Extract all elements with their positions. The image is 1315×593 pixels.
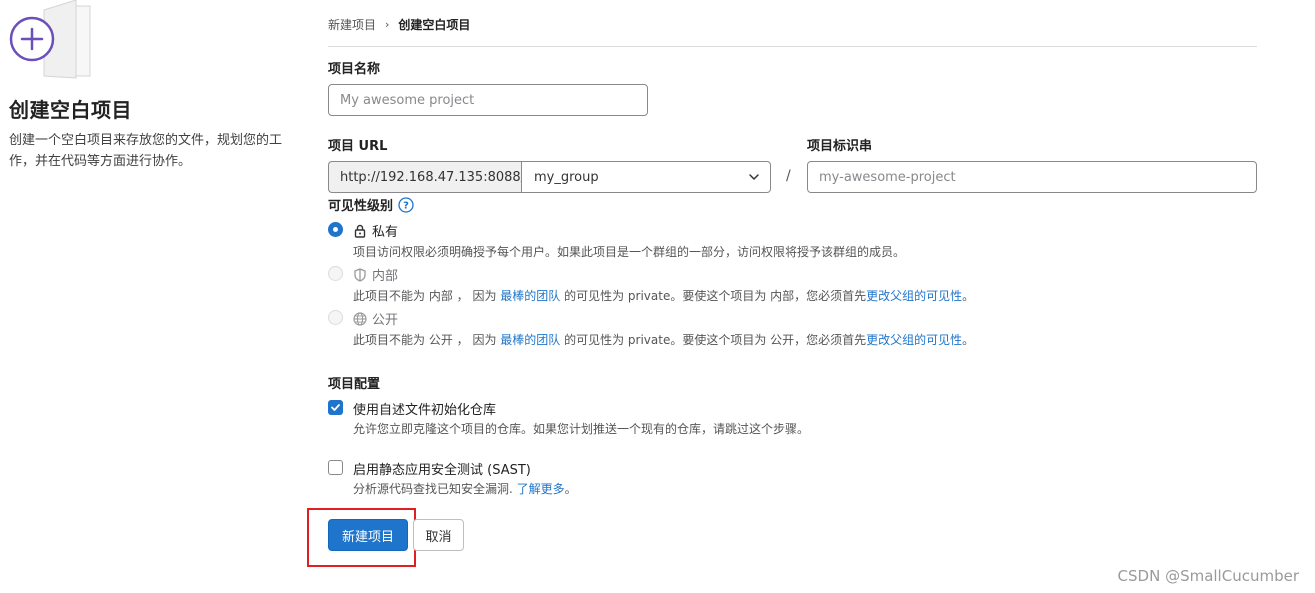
plus-circle-icon xyxy=(9,0,91,79)
visibility-label: 可见性级别 xyxy=(328,199,394,214)
parent-group-link[interactable]: 最棒的团队 xyxy=(500,289,560,303)
learn-more-link[interactable]: 了解更多 xyxy=(517,482,565,496)
visibility-private-help: 项目访问权限必须明确授予每个用户。如果此项目是一个群组的一部分，访问权限将授予该… xyxy=(353,245,906,259)
globe-icon xyxy=(353,311,367,326)
project-config-label: 项目配置 xyxy=(328,377,381,392)
visibility-public-help-text-a: 此项目不能为 公开 ， 因为 xyxy=(353,333,501,347)
left-panel: 创建空白项目 创建一个空白项目来存放您的文件，规划您的工作，并在代码等方面进行协… xyxy=(0,0,300,593)
sast-help-text: 分析源代码查找已知安全漏洞. xyxy=(353,482,517,496)
visibility-public-option[interactable]: 公开 xyxy=(353,309,398,328)
visibility-private-radio[interactable] xyxy=(328,222,343,237)
visibility-private-label: 私有 xyxy=(372,225,399,240)
change-parent-visibility-link[interactable]: 更改父组的可见性 xyxy=(866,333,962,347)
project-slug-label: 项目标识串 xyxy=(807,139,873,154)
sast-checkbox[interactable] xyxy=(328,460,343,475)
sast-help-end: 。 xyxy=(564,482,577,496)
create-project-button[interactable]: 新建项目 xyxy=(328,519,408,551)
sast-label[interactable]: 启用静态应用安全测试 (SAST) xyxy=(353,459,531,478)
visibility-internal-radio[interactable] xyxy=(328,266,343,281)
sast-help: 分析源代码查找已知安全漏洞. 了解更多。 xyxy=(353,480,577,497)
visibility-internal-help-text-a: 此项目不能为 内部 ， 因为 xyxy=(353,289,501,303)
breadcrumb: 新建项目 › 创建空白项目 xyxy=(328,14,470,34)
breadcrumb-separator: › xyxy=(385,17,390,31)
visibility-label-row: 可见性级别 ? xyxy=(328,195,414,214)
change-parent-visibility-link[interactable]: 更改父组的可见性 xyxy=(866,289,962,303)
lock-icon xyxy=(354,224,366,238)
visibility-internal-option[interactable]: 内部 xyxy=(353,265,398,284)
visibility-public-help-text-c: 。 xyxy=(962,333,975,347)
visibility-public-help-text-b: 的可见性为 private。要使这个项目为 公开，您必须首先 xyxy=(560,333,867,347)
visibility-public-help: 此项目不能为 公开 ， 因为 最棒的团队 的可见性为 private。要使这个项… xyxy=(353,331,974,348)
visibility-internal-help-text-c: 。 xyxy=(962,289,975,303)
namespace-select[interactable]: my_group xyxy=(521,161,771,193)
project-slug-input[interactable] xyxy=(807,161,1257,193)
question-circle-icon[interactable]: ? xyxy=(398,196,414,213)
header-divider xyxy=(328,46,1257,47)
shield-icon xyxy=(354,267,366,282)
watermark: CSDN @SmallCucumber xyxy=(1117,567,1299,585)
check-icon xyxy=(331,404,340,411)
svg-text:?: ? xyxy=(403,200,409,211)
project-name-label: 项目名称 xyxy=(328,62,381,77)
readme-checkbox[interactable] xyxy=(328,400,343,415)
project-name-input[interactable] xyxy=(328,84,648,116)
project-url-label: 项目 URL xyxy=(328,139,388,154)
breadcrumb-new-project-link[interactable]: 新建项目 xyxy=(328,16,376,33)
page-title: 创建空白项目 xyxy=(9,98,132,122)
parent-group-link[interactable]: 最棒的团队 xyxy=(500,333,560,347)
visibility-internal-label: 内部 xyxy=(372,269,399,284)
page-description: 创建一个空白项目来存放您的文件，规划您的工作，并在代码等方面进行协作。 xyxy=(9,133,283,169)
url-slug-separator: / xyxy=(786,168,791,184)
visibility-internal-help-text-b: 的可见性为 private。要使这个项目为 内部，您必须首先 xyxy=(560,289,867,303)
visibility-public-radio[interactable] xyxy=(328,310,343,325)
visibility-private-option[interactable]: 私有 xyxy=(353,221,398,240)
project-url-prefix: http://192.168.47.135:8088/ xyxy=(328,161,525,193)
chevron-down-icon xyxy=(749,174,759,180)
readme-help: 允许您立即克隆这个项目的仓库。如果您计划推送一个现有的仓库，请跳过这个步骤。 xyxy=(353,422,810,436)
visibility-public-label: 公开 xyxy=(372,313,399,328)
namespace-select-value: my_group xyxy=(534,169,599,185)
readme-label[interactable]: 使用自述文件初始化仓库 xyxy=(353,399,496,418)
visibility-internal-help: 此项目不能为 内部 ， 因为 最棒的团队 的可见性为 private。要使这个项… xyxy=(353,287,974,304)
cancel-button[interactable]: 取消 xyxy=(413,519,464,551)
breadcrumb-current: 创建空白项目 xyxy=(398,17,471,32)
